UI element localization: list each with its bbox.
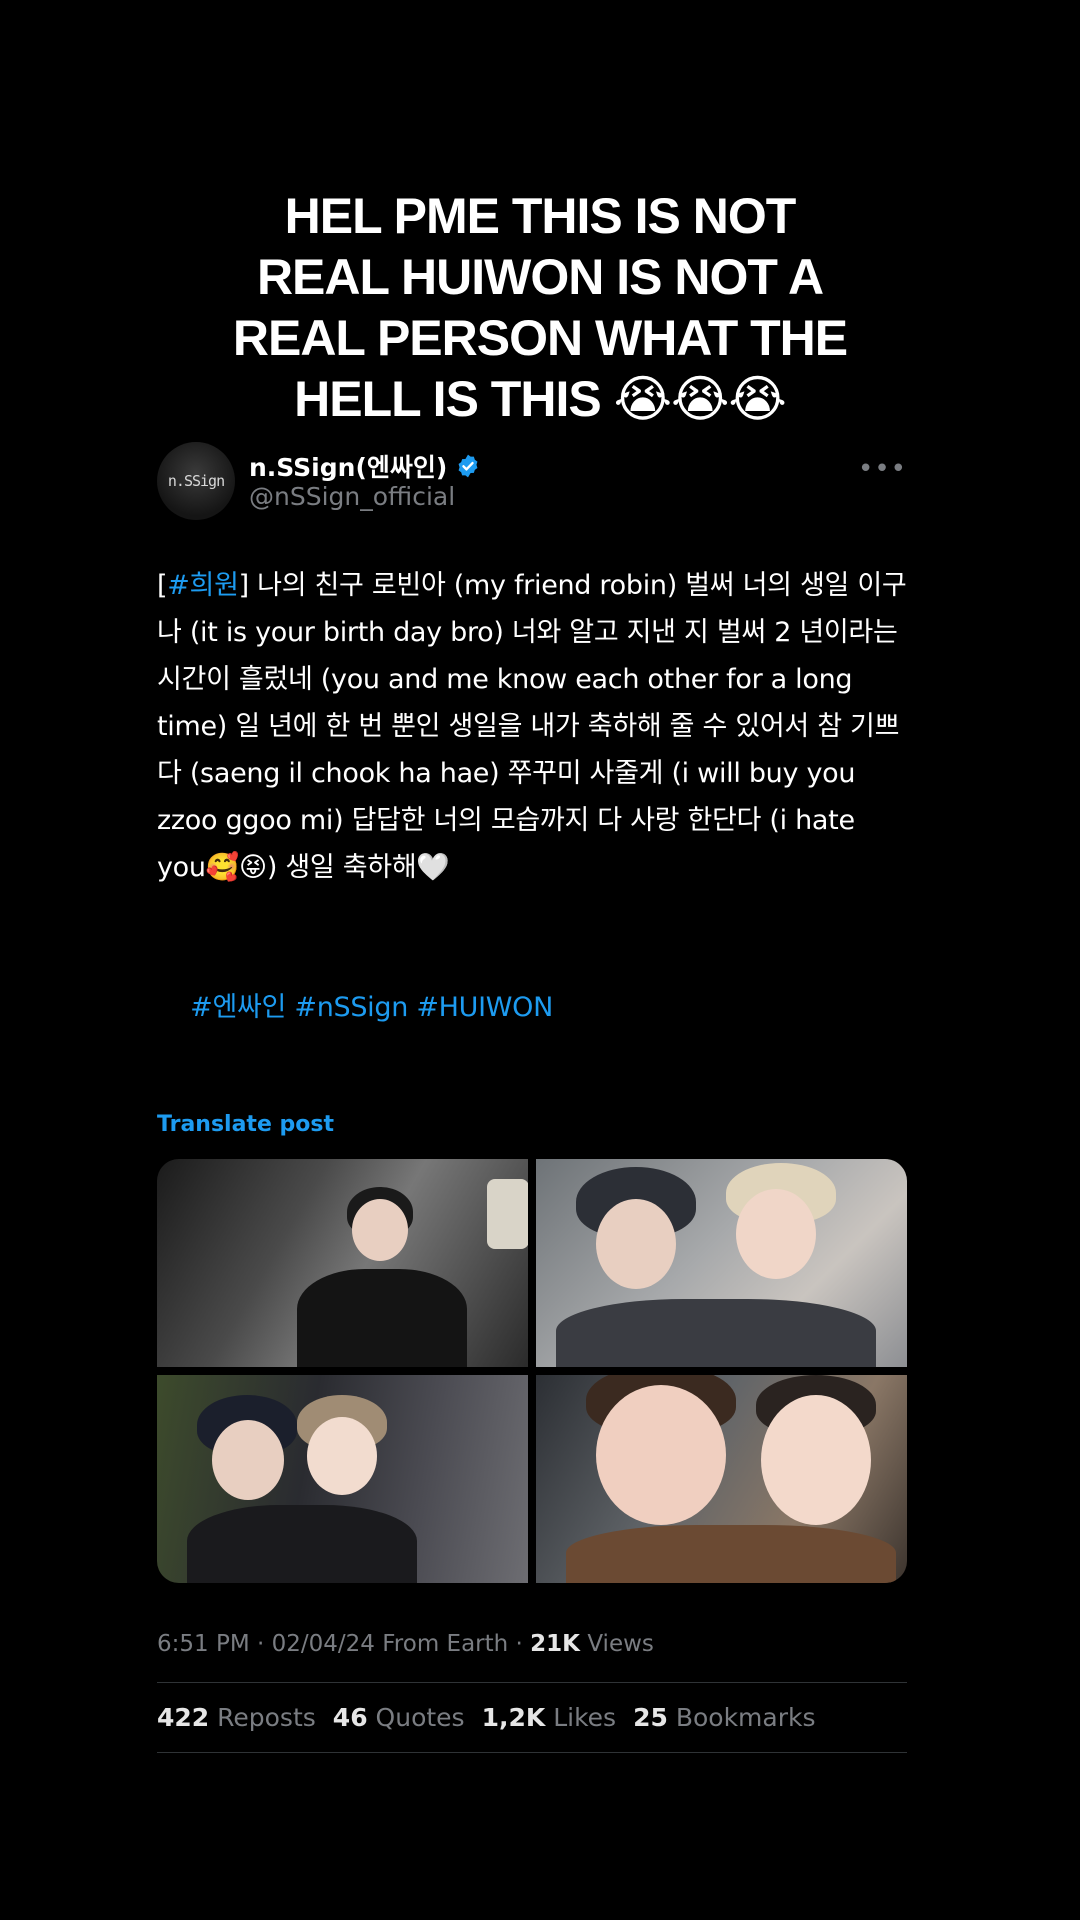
likes-label: Likes <box>553 1703 617 1732</box>
avatar-logo-text: n.SSign <box>167 472 225 490</box>
engagement-stats: 422 Reposts 46 Quotes 1,2K Likes 25 Book… <box>157 1683 907 1752</box>
post-text: ] 나의 친구 로빈아 (my friend robin) 벌써 너의 생일 이… <box>157 570 907 883</box>
photo-4[interactable] <box>536 1375 907 1583</box>
author-name-row: n.SSign(엔싸인) <box>249 448 481 484</box>
photo-3-face-right <box>307 1417 377 1495</box>
photo-4-jackets <box>566 1525 896 1583</box>
meta-separator: · <box>257 1631 265 1657</box>
photo-2[interactable] <box>536 1159 907 1367</box>
caption-line: HEL PME THIS IS NOT <box>284 188 797 244</box>
divider <box>157 1752 907 1753</box>
photo-1[interactable] <box>157 1159 528 1367</box>
handle[interactable]: @nSSign_official <box>249 482 455 511</box>
photo-2-shirts <box>556 1299 876 1367</box>
quotes-label: Quotes <box>375 1703 465 1732</box>
hashtags-line: #엔싸인 #nSSign #HUIWON <box>157 937 907 1078</box>
reposts-stat[interactable]: 422 Reposts <box>157 1703 316 1732</box>
bookmarks-count: 25 <box>633 1703 668 1732</box>
meta-separator: · <box>515 1631 523 1657</box>
hashtag-bracket: [ <box>157 570 168 601</box>
reposts-count: 422 <box>157 1703 210 1732</box>
views-label: Views <box>587 1631 654 1657</box>
views-count: 21K <box>530 1631 581 1657</box>
likes-count: 1,2K <box>481 1703 546 1732</box>
post-body: [#희원] 나의 친구 로빈아 (my friend robin) 벌써 너의 … <box>157 562 907 891</box>
caption-line: REAL HUIWON IS NOT A <box>256 249 824 305</box>
photo-4-face-right <box>761 1395 871 1525</box>
bookmarks-stat[interactable]: 25 Bookmarks <box>633 1703 815 1732</box>
photo-1-shirt <box>297 1269 467 1367</box>
hashtag-links[interactable]: #엔싸인 #nSSign #HUIWON <box>190 992 553 1023</box>
reposts-label: Reposts <box>217 1703 316 1732</box>
likes-stat[interactable]: 1,2K Likes <box>482 1703 617 1732</box>
post-meta: 6:51 PM · 02/04/24 From Earth · 21K View… <box>157 1631 907 1657</box>
avatar[interactable]: n.SSign <box>157 442 235 520</box>
caption-line: REAL PERSON WHAT THE <box>232 310 848 366</box>
photo-3-face-left <box>212 1420 284 1500</box>
display-name[interactable]: n.SSign(엔싸인) <box>249 448 447 484</box>
post-time[interactable]: 6:51 PM <box>157 1631 250 1657</box>
post-header: n.SSign n.SSign(엔싸인) @nSSign_official ••… <box>157 440 907 520</box>
photo-2-face-right <box>736 1189 816 1279</box>
post-card: n.SSign n.SSign(엔싸인) @nSSign_official ••… <box>157 440 907 1753</box>
translate-post-link[interactable]: Translate post <box>157 1112 907 1137</box>
photo-3-suits <box>187 1505 417 1583</box>
verified-badge-icon <box>458 454 478 478</box>
post-date[interactable]: 02/04/24 <box>272 1631 375 1657</box>
quotes-count: 46 <box>332 1703 368 1732</box>
more-options-icon[interactable]: ••• <box>858 454 907 484</box>
photo-grid <box>157 1159 907 1583</box>
post-source: From Earth <box>382 1631 509 1657</box>
hashtag-link[interactable]: #희원 <box>167 570 239 601</box>
quotes-stat[interactable]: 46 Quotes <box>333 1703 465 1732</box>
caption-line: HELL IS THIS 😭😭😭 <box>294 371 787 427</box>
photo-1-phone <box>487 1179 528 1249</box>
photo-4-face-left <box>596 1385 726 1525</box>
bookmarks-label: Bookmarks <box>675 1703 816 1732</box>
meme-caption: HEL PME THIS IS NOT REAL HUIWON IS NOT A… <box>150 186 930 430</box>
photo-2-face-left <box>596 1199 676 1289</box>
photo-3[interactable] <box>157 1375 528 1583</box>
photo-1-face <box>352 1199 408 1261</box>
